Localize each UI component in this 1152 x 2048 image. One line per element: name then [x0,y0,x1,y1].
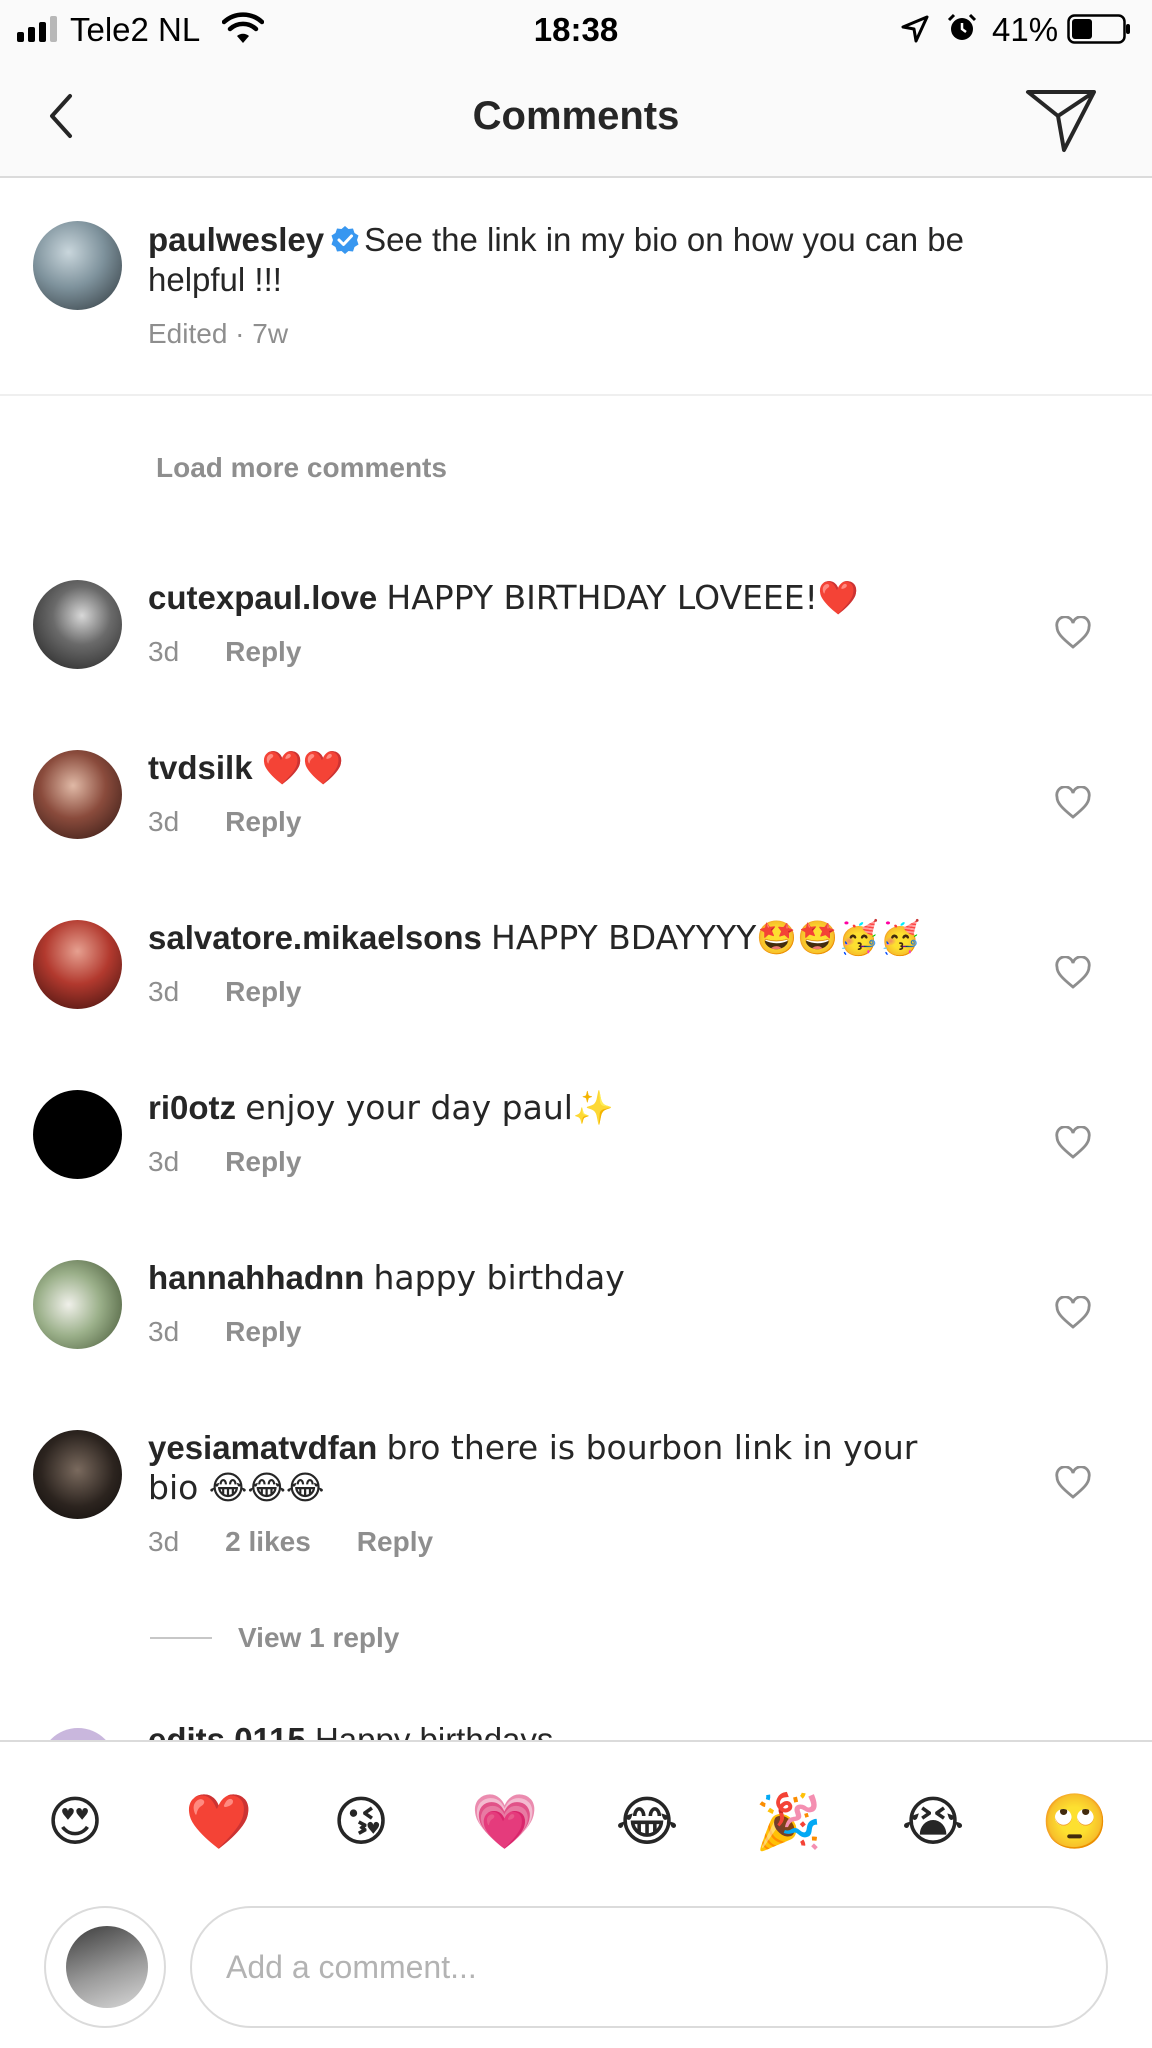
caption-username[interactable]: paulwesley [148,221,324,258]
reply-button[interactable]: Reply [225,636,301,668]
heart-icon[interactable] [1054,616,1092,650]
avatar [66,1926,148,2008]
avatar[interactable] [33,920,122,1009]
avatar[interactable] [33,1260,122,1349]
comment-time: 3d [148,636,180,667]
caption-text: paulwesley See the link in my bio on how… [148,220,1048,300]
avatar[interactable] [33,1090,122,1179]
emoji-party-popper-button[interactable]: 🎉 [751,1784,827,1860]
comments-header: Comments [0,62,1152,178]
avatar[interactable] [33,580,122,669]
page-title: Comments [472,94,680,138]
comment-body: enjoy your day paul✨ [245,1088,615,1127]
comment-composer: 😍 ❤️ 😘 💗 😂 🎉 😭 🙄 [0,1740,1152,2048]
reply-button[interactable]: Reply [357,1526,433,1558]
comment-username[interactable]: edits.0115 [148,1721,306,1740]
heart-icon[interactable] [1054,956,1092,990]
emoji-kiss-button[interactable]: 😘 [323,1784,399,1860]
comment-time: 3d [148,806,180,837]
view-replies-button[interactable]: View 1 reply [150,1622,399,1654]
comment-meta: 3d Reply [148,636,347,668]
comment-body: HAPPY BIRTHDAY LOVEEE!❤️ [386,578,859,617]
reply-button[interactable]: Reply [225,1146,301,1178]
comment-username[interactable]: salvatore.mikaelsons [148,919,482,956]
post-caption: paulwesley See the link in my bio on how… [0,178,1152,396]
emoji-eye-roll-button[interactable]: 🙄 [1037,1784,1113,1860]
comment-meta: 3d Reply [148,1316,347,1348]
heart-icon[interactable] [1054,1296,1092,1330]
comment-body: HAPPY BDAYYYY🤩🤩🥳🥳 [491,918,921,957]
comment-text: salvatore.mikaelsons HAPPY BDAYYYY🤩🤩🥳🥳 [148,918,978,958]
battery-percent: 41% [992,11,1059,48]
heart-icon[interactable] [1054,1126,1092,1160]
emoji-crying-button[interactable]: 😭 [895,1784,971,1860]
comment-time: 3d [148,1526,180,1557]
caption-meta: Edited · 7w [148,318,289,349]
heart-icon[interactable] [1054,786,1092,820]
likes-count[interactable]: 2 likes [225,1526,311,1558]
comment-text: yesiamatvdfan bro there is bourbon link … [148,1428,978,1508]
comment-time: 3d [148,1316,180,1347]
comment-meta: 3d Reply [148,976,347,1008]
comment-meta: 3d Reply [148,806,347,838]
comment-username[interactable]: ri0otz [148,1089,236,1126]
comment-time: 3d [148,1146,180,1177]
comment-time: 3d [148,976,180,1007]
comment-input[interactable] [190,1906,1108,2028]
avatar[interactable] [33,221,122,310]
comment-text: cutexpaul.love HAPPY BIRTHDAY LOVEEE!❤️ [148,578,978,618]
status-clock: 18:38 [533,11,619,48]
status-bar: Tele2 NL 18:38 41% [0,0,1152,62]
comment-item: edits.0115 Happy birthdays [0,1720,1152,1740]
reply-button[interactable]: Reply [225,1316,301,1348]
emoji-heart-button[interactable]: ❤️ [181,1784,257,1860]
comment-meta: 3d 2 likes Reply [148,1526,479,1558]
comment-body: ❤️❤️ [261,748,344,787]
comment-text: ri0otz enjoy your day paul✨ [148,1088,978,1128]
comment-username[interactable]: tvdsilk [148,749,253,786]
current-user-avatar [44,1906,166,2028]
avatar[interactable] [33,750,122,839]
comment-text: tvdsilk ❤️❤️ [148,748,978,788]
comment-meta: 3d Reply [148,1146,347,1178]
alarm-clock-icon [947,13,977,40]
verified-badge-icon [331,226,359,254]
battery-icon [1067,14,1130,44]
comment-body: Happy birthdays [314,1721,554,1740]
comment-body: happy birthday [373,1258,625,1297]
load-more-comments-button[interactable]: Load more comments [156,452,447,484]
heart-icon[interactable] [1054,1466,1092,1500]
reply-thread-line [150,1637,212,1639]
emoji-pink-heart-button[interactable]: 💗 [467,1784,543,1860]
comment-username[interactable]: hannahhadnn [148,1259,364,1296]
comment-text: edits.0115 Happy birthdays [148,1720,978,1740]
quick-emoji-bar: 😍 ❤️ 😘 💗 😂 🎉 😭 🙄 [0,1784,1152,1860]
emoji-laughing-button[interactable]: 😂 [609,1784,685,1860]
avatar[interactable] [40,1728,116,1740]
emoji-heart-eyes-button[interactable]: 😍 [37,1784,113,1860]
location-arrow-icon [901,15,929,43]
reply-button[interactable]: Reply [225,976,301,1008]
reply-button[interactable]: Reply [225,806,301,838]
avatar[interactable] [33,1430,122,1519]
view-replies-label: View 1 reply [238,1622,400,1653]
comment-text: hannahhadnn happy birthday [148,1258,978,1298]
paper-plane-icon[interactable] [1020,80,1100,156]
comment-username[interactable]: cutexpaul.love [148,579,377,616]
comment-username[interactable]: yesiamatvdfan [148,1429,377,1466]
